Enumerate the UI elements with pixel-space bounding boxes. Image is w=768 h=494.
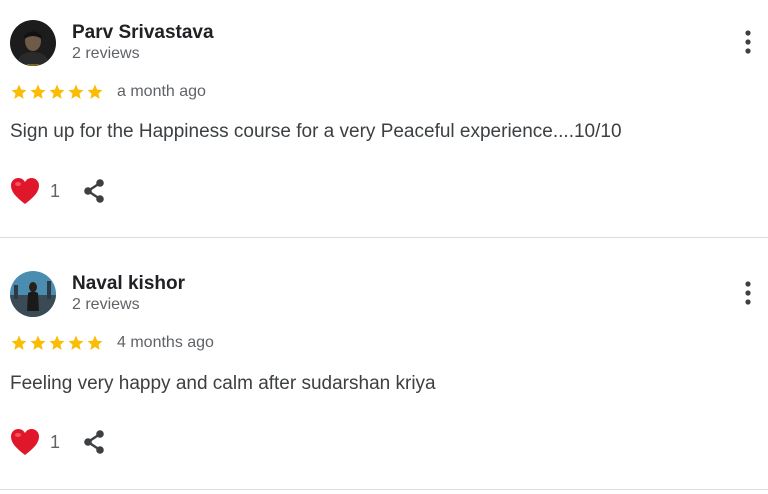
like-button[interactable] bbox=[10, 428, 40, 456]
more-vert-icon bbox=[745, 281, 751, 305]
review-card: Parv Srivastava 2 reviews a month ago Si… bbox=[0, 0, 768, 238]
star-rating bbox=[10, 334, 104, 352]
heart-icon bbox=[11, 178, 39, 204]
more-options-button[interactable] bbox=[738, 28, 758, 58]
share-button[interactable] bbox=[82, 429, 106, 455]
review-date: a month ago bbox=[117, 83, 206, 100]
star-icon bbox=[86, 334, 104, 352]
reviewer-name[interactable]: Naval kishor bbox=[72, 273, 185, 295]
reviewer-name[interactable]: Parv Srivastava bbox=[72, 22, 214, 44]
share-button[interactable] bbox=[82, 178, 106, 204]
review-count: 2 reviews bbox=[72, 296, 140, 313]
star-icon bbox=[29, 334, 47, 352]
star-icon bbox=[67, 83, 85, 101]
star-icon bbox=[48, 334, 66, 352]
heart-icon bbox=[11, 429, 39, 455]
star-icon bbox=[29, 83, 47, 101]
like-count: 1 bbox=[50, 432, 61, 452]
star-icon bbox=[10, 334, 28, 352]
star-icon bbox=[86, 83, 104, 101]
review-count: 2 reviews bbox=[72, 45, 140, 62]
share-icon bbox=[84, 179, 104, 203]
star-icon bbox=[10, 83, 28, 101]
more-vert-icon bbox=[745, 30, 751, 54]
like-button[interactable] bbox=[10, 177, 40, 205]
review-card: Naval kishor 2 reviews 4 months ago Feel… bbox=[0, 238, 768, 490]
star-icon bbox=[48, 83, 66, 101]
star-rating bbox=[10, 83, 104, 101]
review-text: Sign up for the Happiness course for a v… bbox=[10, 121, 622, 142]
more-options-button[interactable] bbox=[738, 279, 758, 309]
review-date: 4 months ago bbox=[117, 334, 214, 351]
star-icon bbox=[67, 334, 85, 352]
review-text: Feeling very happy and calm after sudars… bbox=[10, 373, 436, 394]
avatar[interactable] bbox=[10, 271, 56, 317]
avatar[interactable] bbox=[10, 20, 56, 66]
like-count: 1 bbox=[50, 181, 61, 201]
share-icon bbox=[84, 430, 104, 454]
